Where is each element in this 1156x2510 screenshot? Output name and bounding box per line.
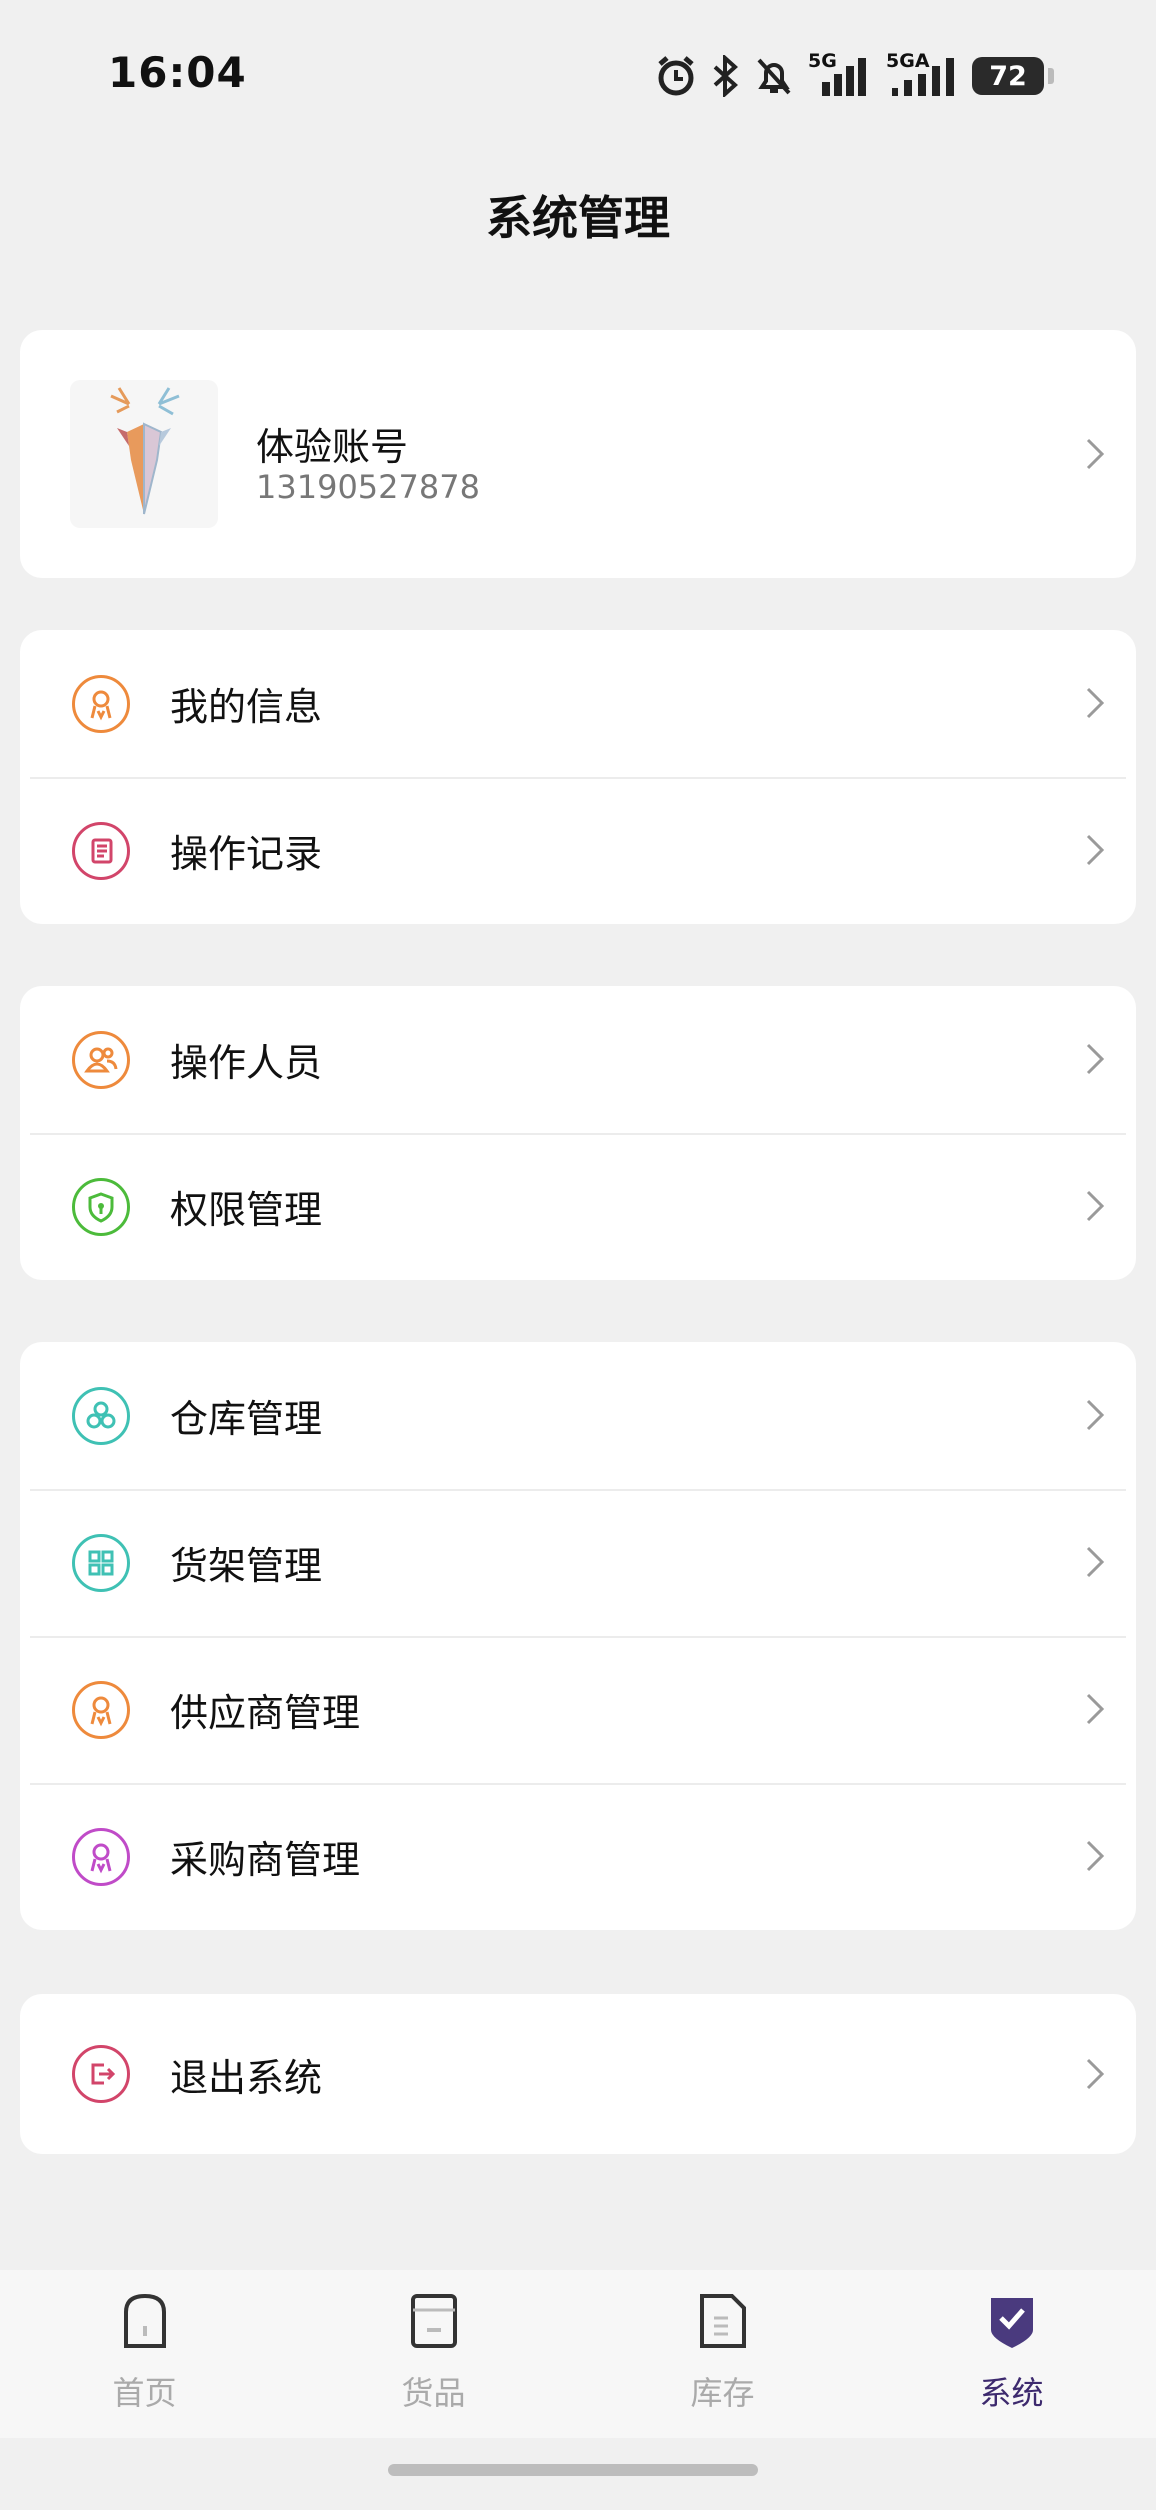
chevron-right-icon: [1086, 1043, 1105, 1075]
cubes-icon: [72, 1386, 130, 1445]
chevron-right-icon: [1086, 1399, 1105, 1431]
signal-icon: 5G: [808, 50, 872, 98]
menu-label: 操作人员: [170, 1041, 323, 1085]
shield-icon: [72, 1177, 130, 1236]
menu-label: 操作记录: [170, 832, 323, 876]
menu-group-personal: 我的信息 操作记录: [20, 630, 1136, 924]
chevron-right-icon: [1086, 1840, 1105, 1872]
menu-item-my-info[interactable]: 我的信息: [20, 630, 1136, 777]
menu-group-staff: 操作人员 权限管理: [20, 986, 1136, 1280]
profile-card[interactable]: 体验账号 13190527878: [20, 330, 1136, 578]
scroll-icon: [72, 821, 130, 880]
signal-icon: 5GA: [886, 50, 958, 98]
profile-name: 体验账号: [256, 425, 409, 469]
inventory-icon: [699, 2294, 746, 2348]
home-icon: [123, 2293, 166, 2348]
deer-logo: [110, 387, 180, 515]
nav-label: 系统: [979, 2374, 1044, 2412]
chevron-right-icon: [1086, 2058, 1105, 2090]
bell-off-icon: [757, 58, 791, 95]
logout-icon: [72, 2045, 130, 2103]
menu-item-operators[interactable]: 操作人员: [20, 986, 1136, 1133]
menu-group-warehouse: 仓库管理 货架管理 供应商管理 采购商管理: [20, 1342, 1136, 1930]
menu-item-shelves[interactable]: 货架管理: [20, 1489, 1136, 1636]
users-icon: [72, 1030, 130, 1089]
user-badge-icon: [72, 674, 130, 733]
menu-item-operation-log[interactable]: 操作记录: [20, 777, 1136, 924]
battery-icon: 72: [972, 57, 1054, 95]
user-badge-icon: [72, 1827, 130, 1886]
menu-label: 权限管理: [170, 1188, 323, 1232]
nav-label: 库存: [690, 2374, 755, 2412]
chevron-right-icon: [1086, 834, 1105, 866]
status-bar: 16:04 5G 5GA 72: [0, 0, 1156, 150]
nav-item-goods[interactable]: 货品: [289, 2270, 578, 2438]
nav-item-inventory[interactable]: 库存: [578, 2270, 867, 2438]
menu-item-permissions[interactable]: 权限管理: [20, 1133, 1136, 1280]
nav-label: 货品: [401, 2374, 466, 2412]
nav-item-system[interactable]: 系统: [867, 2270, 1156, 2438]
bluetooth-icon: [713, 55, 738, 97]
user-badge-icon: [72, 1680, 130, 1739]
menu-label: 退出系统: [170, 2055, 323, 2100]
avatar: [70, 380, 218, 528]
menu-label: 采购商管理: [170, 1838, 361, 1882]
chevron-right-icon: [1086, 1693, 1105, 1725]
nav-label: 首页: [112, 2374, 177, 2412]
menu-label: 供应商管理: [170, 1691, 361, 1735]
chevron-right-icon: [1086, 438, 1105, 470]
menu-item-logout[interactable]: 退出系统: [20, 1994, 1136, 2154]
profile-phone: 13190527878: [256, 468, 480, 506]
menu-item-purchasers[interactable]: 采购商管理: [20, 1783, 1136, 1930]
system-check-icon: [990, 2298, 1033, 2348]
bottom-nav: 首页 货品 库存 系统: [0, 2270, 1156, 2438]
menu-label: 仓库管理: [170, 1397, 323, 1441]
home-indicator[interactable]: [388, 2464, 758, 2476]
status-time: 16:04: [108, 48, 247, 97]
chevron-right-icon: [1086, 687, 1105, 719]
menu-group-logout: 退出系统: [20, 1994, 1136, 2154]
goods-icon: [410, 2294, 457, 2348]
menu-label: 货架管理: [170, 1544, 323, 1588]
status-icons: 5G 5GA 72: [656, 48, 1054, 104]
menu-label: 我的信息: [170, 685, 323, 729]
menu-item-suppliers[interactable]: 供应商管理: [20, 1636, 1136, 1783]
menu-item-warehouse[interactable]: 仓库管理: [20, 1342, 1136, 1489]
grid-icon: [72, 1533, 130, 1592]
nav-item-home[interactable]: 首页: [0, 2270, 289, 2438]
chevron-right-icon: [1086, 1546, 1105, 1578]
page-title: 系统管理: [486, 191, 670, 245]
chevron-right-icon: [1086, 1190, 1105, 1222]
alarm-icon: [658, 56, 694, 96]
